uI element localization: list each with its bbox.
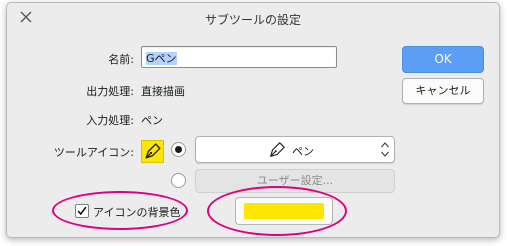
sub-tool-settings-dialog: サブツールの設定 名前: Gペン OK キャンセル 出力処理: 直接描画 入力処… [6,2,500,238]
input-process-value: ペン [141,114,163,127]
pen-nib-icon [270,142,285,157]
tool-icon-preview [141,140,164,163]
title-bar: サブツールの設定 [7,3,499,33]
pen-nib-icon [145,143,161,159]
icon-background-checkbox[interactable] [75,204,89,218]
icon-select[interactable]: ペン [195,136,395,163]
cancel-button[interactable]: キャンセル [402,78,484,104]
icon-background-label: アイコンの背景色 [93,206,181,219]
name-value: Gペン [146,52,177,65]
tool-icon-label: ツールアイコン: [53,146,134,159]
background-color-swatch [244,203,324,219]
radio-selected-dot [175,146,182,153]
output-process-label: 出力処理: [86,85,134,98]
icon-select-value: ペン [292,145,314,158]
dialog-title: サブツールの設定 [204,13,301,27]
background-color-button[interactable] [235,197,333,225]
input-process-label: 入力処理: [86,114,134,127]
user-setting-button[interactable]: ユーザー設定... [195,169,395,193]
preset-icon-radio[interactable] [171,142,186,157]
checkmark-icon [77,206,87,216]
output-process-value: 直接描画 [141,85,185,98]
ok-button[interactable]: OK [402,46,484,73]
user-icon-radio[interactable] [171,173,186,188]
updown-chevron-icon [381,142,389,157]
name-label: 名前: [108,53,134,66]
name-input[interactable]: Gペン [141,46,337,68]
